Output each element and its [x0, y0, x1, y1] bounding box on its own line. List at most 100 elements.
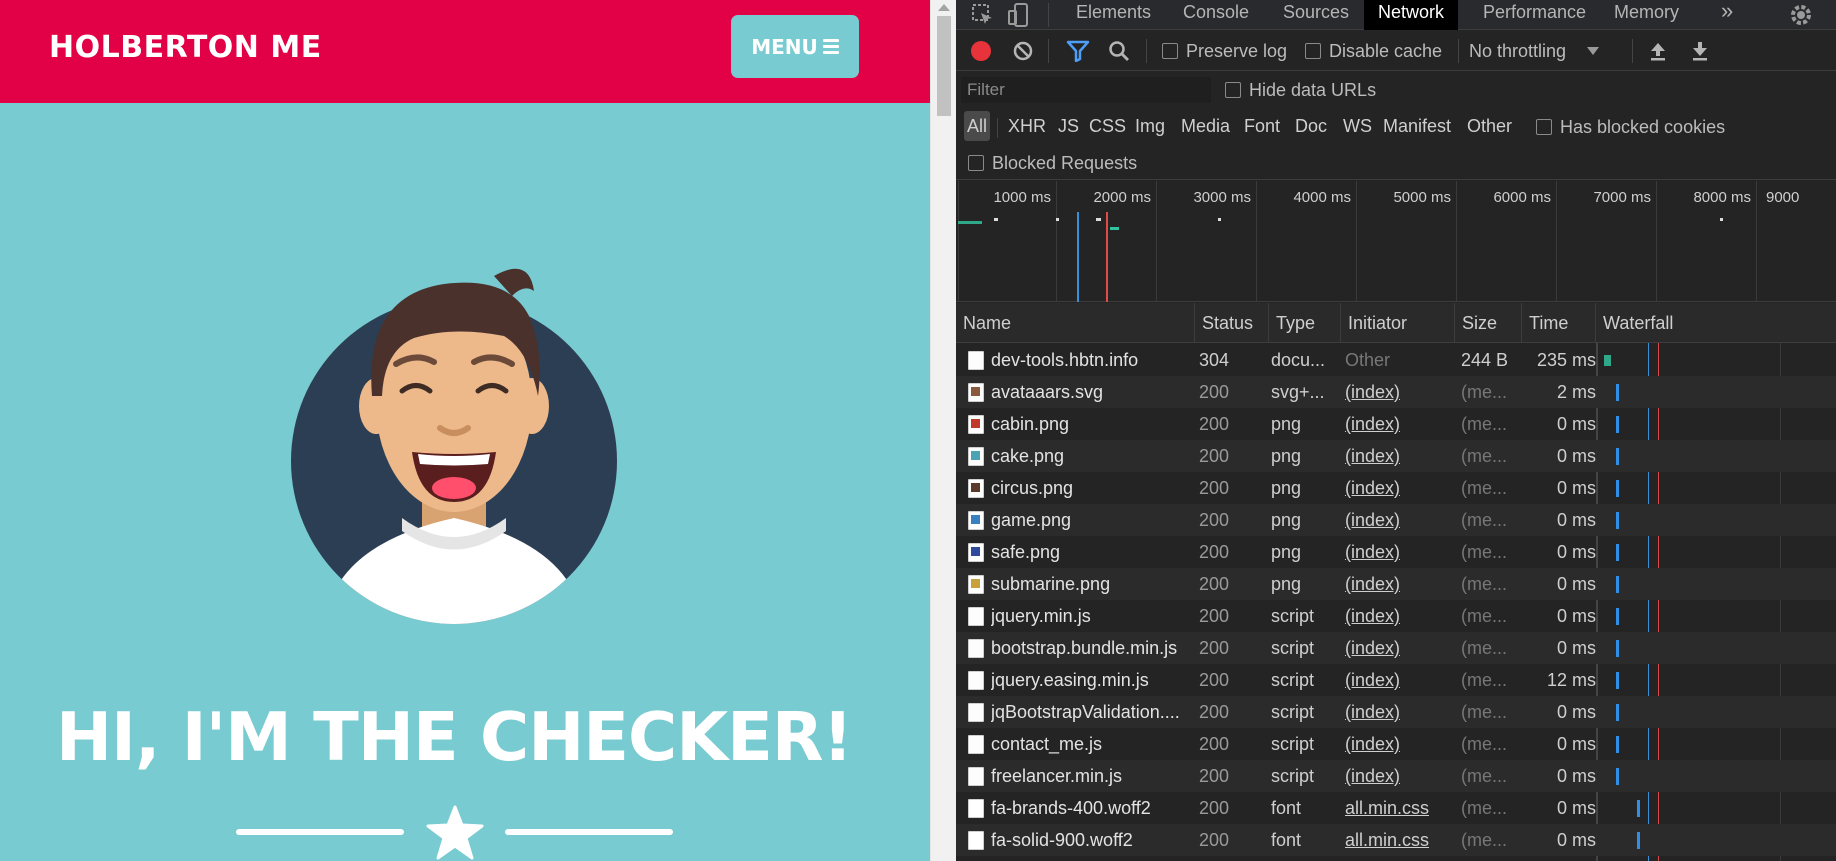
table-row[interactable]: cabin.png 200 png (index) (me... 0 ms	[956, 408, 1836, 440]
table-row[interactable]: bootstrap.bundle.min.js 200 script (index) (…	[956, 632, 1836, 664]
type-filter-doc[interactable]: Doc	[1292, 111, 1330, 141]
column-header-name[interactable]: Name	[956, 303, 1195, 343]
request-time: 0 ms	[1556, 638, 1596, 658]
type-filter-manifest[interactable]: Manifest	[1380, 111, 1454, 141]
settings-gear-icon[interactable]	[1788, 2, 1814, 28]
request-initiator[interactable]: (index)	[1345, 728, 1455, 760]
request-initiator[interactable]: (index)	[1345, 504, 1455, 536]
preserve-log-checkbox[interactable]: Preserve log	[1162, 31, 1287, 71]
network-overview-timeline[interactable]: 1000 ms 2000 ms 3000 ms 4000 ms 5000 ms …	[956, 181, 1836, 302]
request-initiator[interactable]: (index)	[1345, 536, 1455, 568]
request-name: freelancer.min.js	[991, 766, 1123, 786]
column-header-waterfall[interactable]: Waterfall	[1596, 303, 1836, 343]
column-header-type[interactable]: Type	[1269, 303, 1341, 343]
has-blocked-cookies-checkbox[interactable]: Has blocked cookies	[1536, 108, 1725, 146]
disable-cache-box[interactable]	[1305, 43, 1321, 59]
table-row[interactable]: safe.png 200 png (index) (me... 0 ms	[956, 536, 1836, 568]
type-filter-media[interactable]: Media	[1178, 111, 1233, 141]
table-row[interactable]: freelancer.min.js 200 script (index) (me... 0…	[956, 760, 1836, 792]
menu-button[interactable]: MENU	[731, 15, 859, 78]
type-filter-css[interactable]: CSS	[1086, 111, 1129, 141]
table-row[interactable]: contact_me.js 200 script (index) (me... 0 ms	[956, 728, 1836, 760]
table-row[interactable]: jquery.min.js 200 script (index) (me... 0 ms	[956, 600, 1836, 632]
request-name: avataaars.svg	[991, 382, 1104, 402]
request-size: (me...	[1461, 414, 1508, 434]
type-filter-other[interactable]: Other	[1464, 111, 1515, 141]
table-row[interactable]: submarine.png 200 png (index) (me... 0 ms	[956, 568, 1836, 600]
import-har-button[interactable]	[1648, 31, 1668, 71]
type-filter-font[interactable]: Font	[1241, 111, 1283, 141]
table-row[interactable]: jquery.easing.min.js 200 script (index) (me.…	[956, 664, 1836, 696]
type-filter-xhr[interactable]: XHR	[1005, 111, 1049, 141]
download-icon	[1693, 42, 1707, 61]
blocked-requests-box[interactable]	[968, 155, 984, 171]
tab-console[interactable]: Console	[1169, 0, 1263, 30]
type-filter-img[interactable]: Img	[1132, 111, 1168, 141]
request-initiator[interactable]: (index)	[1345, 696, 1455, 728]
column-header-initiator[interactable]: Initiator	[1341, 303, 1455, 343]
more-tabs-icon[interactable]: »	[1707, 0, 1747, 30]
throttling-select[interactable]: No throttling	[1469, 31, 1600, 71]
type-filter-all[interactable]: All	[964, 111, 991, 141]
request-type: font	[1271, 830, 1302, 850]
request-initiator[interactable]: (index)	[1345, 440, 1455, 472]
type-filter-ws[interactable]: WS	[1340, 111, 1375, 141]
record-button[interactable]	[970, 31, 992, 71]
table-row[interactable]: jqBootstrapValidation.... 200 script (index…	[956, 696, 1836, 728]
toolbar-separator	[1048, 39, 1049, 63]
column-header-status[interactable]: Status	[1195, 303, 1269, 343]
overview-gridline	[1356, 181, 1357, 302]
tab-performance[interactable]: Performance	[1469, 0, 1600, 30]
preserve-log-box[interactable]	[1162, 43, 1178, 59]
disable-cache-checkbox[interactable]: Disable cache	[1305, 31, 1442, 71]
table-row[interactable]: fa-solid-900.woff2 200 font all.min.css (me.…	[956, 824, 1836, 856]
site-brand-link[interactable]: HOLBERTON ME	[49, 30, 322, 65]
request-initiator[interactable]: (index)	[1345, 568, 1455, 600]
scrollbar-thumb[interactable]	[937, 16, 951, 116]
request-initiator[interactable]: (index)	[1345, 376, 1455, 408]
table-body: dev-tools.hbtn.info 304 docu... Other 244 B 2…	[956, 344, 1836, 856]
page-scrollbar[interactable]	[930, 0, 956, 861]
blocked-requests-checkbox[interactable]: Blocked Requests	[968, 146, 1137, 180]
filter-input[interactable]: Filter	[961, 77, 1211, 103]
request-initiator[interactable]: Other	[1345, 344, 1455, 376]
request-time: 0 ms	[1556, 702, 1596, 722]
request-initiator[interactable]: (index)	[1345, 760, 1455, 792]
request-initiator[interactable]: (index)	[1345, 472, 1455, 504]
has-blocked-cookies-box[interactable]	[1536, 119, 1552, 135]
table-row[interactable]: dev-tools.hbtn.info 304 docu... Other 244 B 2…	[956, 344, 1836, 376]
hide-data-urls-checkbox[interactable]: Hide data URLs	[1225, 72, 1376, 108]
hide-data-urls-box[interactable]	[1225, 82, 1241, 98]
request-status: 200	[1199, 702, 1230, 722]
request-time: 0 ms	[1556, 574, 1596, 594]
column-header-time[interactable]: Time	[1522, 303, 1596, 343]
tab-sources[interactable]: Sources	[1269, 0, 1363, 30]
device-toolbar-icon[interactable]	[1006, 2, 1032, 28]
request-initiator[interactable]: (index)	[1345, 632, 1455, 664]
request-initiator[interactable]: (index)	[1345, 600, 1455, 632]
request-size: (me...	[1461, 798, 1508, 818]
search-button[interactable]	[1108, 31, 1130, 71]
table-row[interactable]: cake.png 200 png (index) (me... 0 ms	[956, 440, 1836, 472]
request-type: docu...	[1271, 350, 1326, 370]
tab-memory[interactable]: Memory	[1600, 0, 1693, 30]
request-initiator[interactable]: (index)	[1345, 664, 1455, 696]
tab-elements[interactable]: Elements	[1062, 0, 1165, 30]
clear-button[interactable]	[1012, 31, 1034, 71]
filter-toggle-button[interactable]	[1066, 31, 1090, 71]
type-filter-js[interactable]: JS	[1055, 111, 1082, 141]
waterfall-bar	[1616, 608, 1619, 625]
request-initiator[interactable]: all.min.css	[1345, 824, 1455, 856]
table-row[interactable]: game.png 200 png (index) (me... 0 ms	[956, 504, 1836, 536]
column-header-size[interactable]: Size	[1455, 303, 1522, 343]
export-har-button[interactable]	[1690, 31, 1710, 71]
table-row[interactable]: avataaars.svg 200 svg+... (index) (me... 2 ms	[956, 376, 1836, 408]
tab-network[interactable]: Network	[1364, 0, 1459, 30]
inspect-element-icon[interactable]	[970, 2, 996, 28]
request-initiator[interactable]: (index)	[1345, 408, 1455, 440]
table-row[interactable]: fa-brands-400.woff2 200 font all.min.css (me…	[956, 792, 1836, 824]
request-initiator[interactable]: all.min.css	[1345, 792, 1455, 824]
request-name: fa-solid-900.woff2	[991, 830, 1133, 850]
scroll-up-arrow-icon[interactable]	[938, 4, 950, 11]
table-row[interactable]: circus.png 200 png (index) (me... 0 ms	[956, 472, 1836, 504]
